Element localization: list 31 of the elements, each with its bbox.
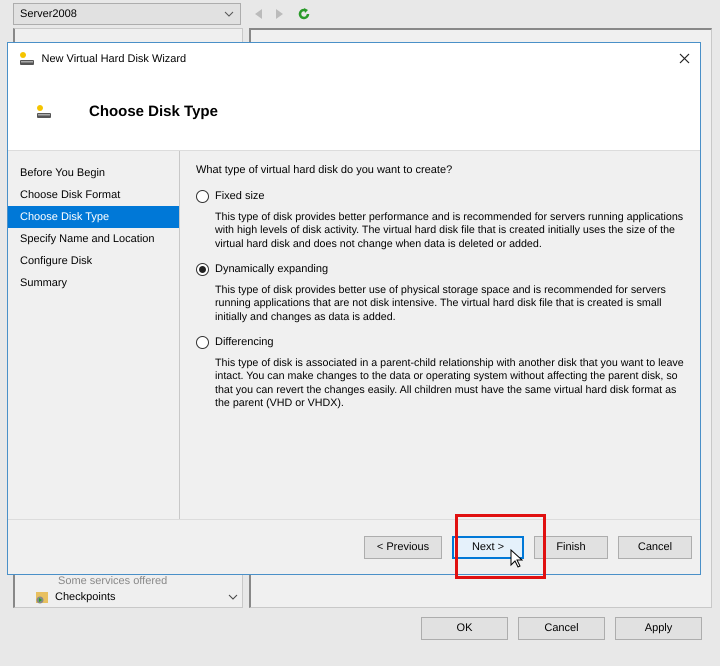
wizard-step[interactable]: Configure Disk	[8, 250, 179, 272]
wizard-step[interactable]: Specify Name and Location	[8, 228, 179, 250]
question-text: What type of virtual hard disk do you want to create?	[196, 162, 454, 178]
wizard-button[interactable]: Cancel	[618, 536, 692, 559]
cursor-icon	[510, 549, 523, 569]
wizard-step[interactable]: Choose Disk Format	[8, 184, 179, 206]
option-label[interactable]: Fixed size	[215, 188, 265, 205]
option-label[interactable]: Dynamically expanding	[215, 261, 328, 278]
option-description: This type of disk provides better use of physical storage space and is recommended for servers running applications that are not disk intensive. The virtual hard disk file that is created is small initially and changes as data is added.	[215, 284, 667, 324]
item-subtitle: Some services offered	[57, 575, 168, 587]
option-description: This type of disk is associated in a parent-child relationship with another disk that you want to leave intact. You can make changes to the data or operating system without affecting the parent disk, so that you can revert the changes easily. All children must have the same virtual hard disk format as the parent (VHD or VHDX).	[215, 356, 685, 411]
dialog-button[interactable]: Apply	[615, 617, 702, 640]
checkpoints-item[interactable]: Checkpoints	[15, 587, 242, 607]
wizard-button[interactable]: < Previous	[364, 536, 442, 559]
dialog-button[interactable]: Cancel	[518, 617, 605, 640]
window-title: New Virtual Hard Disk Wizard	[42, 52, 188, 67]
option-label[interactable]: Differencing	[215, 334, 274, 351]
page-heading: Choose Disk Type	[89, 102, 218, 122]
radio-button[interactable]	[196, 336, 209, 349]
radio-button[interactable]	[196, 262, 209, 276]
wizard-step[interactable]: Summary	[8, 272, 179, 294]
radio-button[interactable]	[196, 190, 209, 203]
wizard-button[interactable]: Finish	[534, 536, 608, 559]
wizard-step[interactable]: Before You Begin	[8, 162, 179, 184]
wizard-button[interactable]: Next >	[452, 536, 524, 559]
wizard-step[interactable]: Choose Disk Type	[8, 206, 179, 228]
dialog-button[interactable]: OK	[421, 617, 508, 640]
disk-icon	[35, 104, 53, 120]
option-description: This type of disk provides better performance and is recommended for servers running applications with high levels of disk activity. The virtual hard disk file that is created initially uses the size of the virtual hard disk and does not change when data is deleted or added.	[215, 210, 684, 252]
vm-selector[interactable]: Server2008	[13, 3, 241, 25]
disk-icon	[18, 50, 36, 68]
